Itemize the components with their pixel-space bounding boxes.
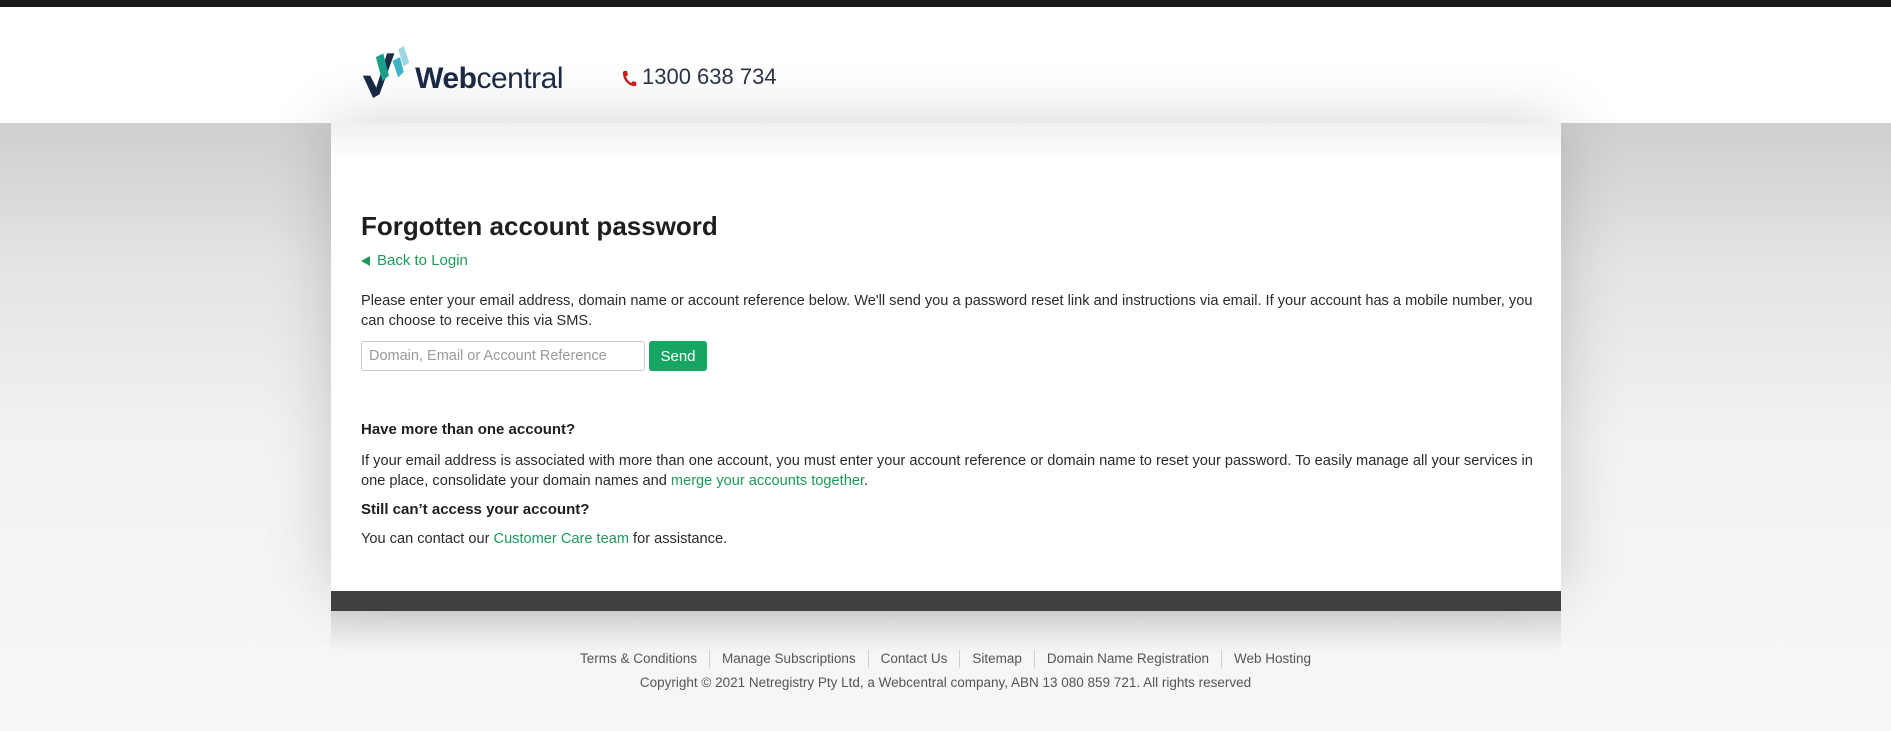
merge-accounts-link[interactable]: merge your accounts together	[671, 473, 864, 489]
still-text-before: You can contact our	[361, 531, 494, 547]
footer-link-sitemap[interactable]: Sitemap	[959, 650, 1034, 668]
back-arrow-icon	[361, 255, 370, 266]
site-header: Webcentral 1300 638 734	[0, 7, 1891, 123]
still-cant-access-text: You can contact our Customer Care team f…	[361, 531, 727, 547]
footer-links: Terms & Conditions Manage Subscriptions …	[0, 650, 1891, 668]
logo-wordmark: Webcentral	[415, 62, 563, 95]
account-identifier-input[interactable]	[361, 341, 645, 371]
copyright-text: Copyright © 2021 Netregistry Pty Ltd, a …	[639, 675, 1252, 690]
card-footer-shadow	[331, 611, 1561, 651]
customer-care-link[interactable]: Customer Care team	[494, 531, 629, 547]
more-accounts-text-before: If your email address is associated with…	[361, 453, 1533, 489]
phone-number[interactable]: 1300 638 734	[621, 64, 777, 90]
card-footer-bar	[331, 591, 1561, 611]
back-to-login-link[interactable]: Back to Login	[361, 252, 468, 269]
webcentral-logo-mark-icon	[362, 45, 410, 98]
card-top-shade	[331, 123, 1561, 163]
webcentral-logo[interactable]: Webcentral	[361, 38, 563, 100]
more-accounts-text: If your email address is associated with…	[361, 451, 1541, 491]
more-accounts-heading: Have more than one account?	[361, 421, 576, 438]
page-title: Forgotten account password	[361, 211, 718, 241]
more-accounts-text-after: .	[864, 473, 869, 489]
still-text-after: for assistance.	[628, 531, 728, 547]
footer-link-web-hosting[interactable]: Web Hosting	[1220, 650, 1323, 668]
phone-number-text: 1300 638 734	[642, 64, 777, 89]
send-button[interactable]: Send	[649, 341, 707, 371]
intro-text: Please enter your email address, domain …	[361, 293, 1533, 329]
footer-link-domain-registration[interactable]: Domain Name Registration	[1033, 650, 1221, 668]
password-reset-form: Send	[361, 341, 707, 371]
phone-icon	[622, 70, 637, 86]
back-to-login-label: Back to Login	[377, 252, 468, 269]
top-bar	[0, 0, 1891, 7]
footer-link-manage-subscriptions[interactable]: Manage Subscriptions	[709, 650, 868, 668]
footer-link-terms[interactable]: Terms & Conditions	[568, 650, 709, 668]
footer-link-contact-us[interactable]: Contact Us	[867, 650, 960, 668]
still-cant-access-heading: Still can’t access your account?	[361, 501, 590, 518]
